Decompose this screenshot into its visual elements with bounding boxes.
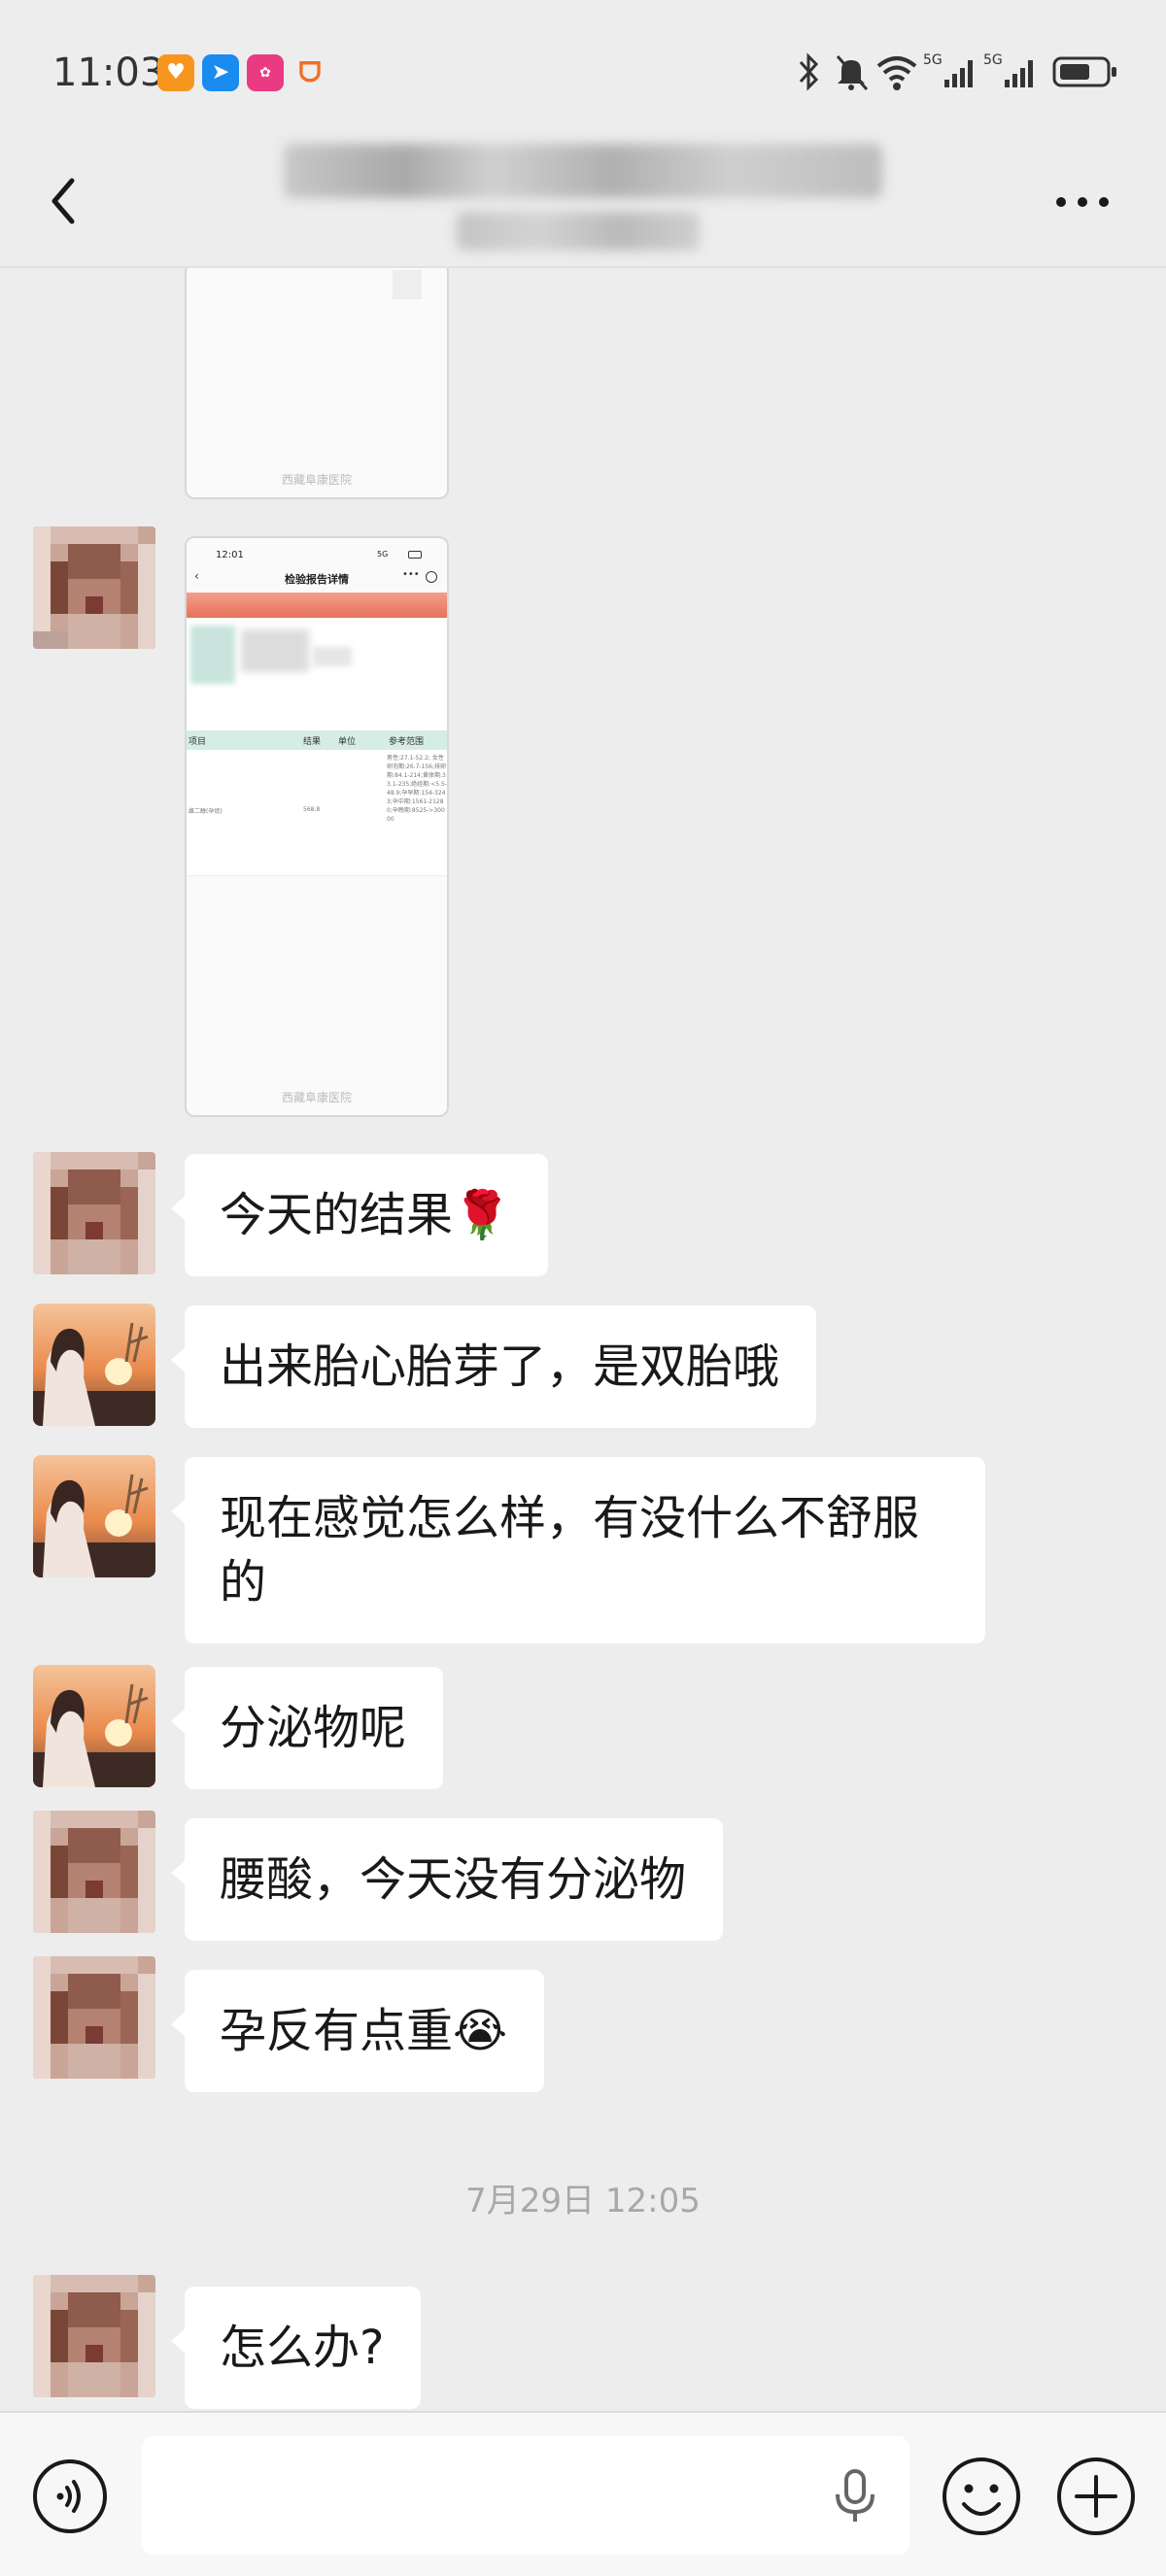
network-2-label: 5G <box>983 52 1003 68</box>
image-watermark: 西藏阜康医院 <box>281 473 352 487</box>
contact-b-avatar[interactable] <box>33 1665 155 1787</box>
contact-a-avatar[interactable] <box>33 1811 155 1933</box>
message-timestamp: 7月29日 12:05 <box>465 2182 701 2220</box>
chat-title-obscured <box>284 144 882 198</box>
message-bubble[interactable]: 现在感觉怎么样，有没什么不舒服的 <box>171 1457 985 1644</box>
report-nav: ‹ 检验报告详情 ••• <box>187 567 447 591</box>
report-table-row: 雌二醇(孕烷) 568.8 男性:27.1-52.2; 女性卵泡期:26.7-1… <box>187 750 447 876</box>
report-row-range: 男性:27.1-52.2; 女性卵泡期:26.7-156;排卵期:84.1-21… <box>387 755 447 823</box>
blue-app-icon: ➤ <box>202 54 239 91</box>
network-1-label: 5G <box>923 52 943 68</box>
chat-subtitle-obscured <box>457 212 700 251</box>
message-bubble[interactable]: 孕反有点重😭 <box>170 1970 545 2092</box>
orange-app-icon: ♥ <box>157 54 194 91</box>
message-input[interactable] <box>142 2436 909 2555</box>
report-patient-banner <box>187 593 447 618</box>
battery-icon <box>1052 56 1116 87</box>
report-col-item: 项目 <box>189 737 207 747</box>
signal-2-icon: 5G <box>983 52 1033 87</box>
pink-app-icon: ✿ <box>247 54 284 91</box>
message-bubble[interactable]: 腰酸，今天没有分泌物 <box>170 1818 724 1941</box>
contact-a-avatar[interactable] <box>33 1956 155 2079</box>
mute-bell-icon <box>836 55 869 90</box>
back-arrow-icon[interactable] <box>37 167 95 235</box>
message-bubble[interactable]: 怎么办? <box>170 2287 422 2409</box>
wifi-icon <box>876 56 917 90</box>
message-bubble[interactable]: 今天的结果🌹 <box>171 1154 548 1276</box>
contact-a-avatar[interactable] <box>33 2275 155 2397</box>
message-bubble[interactable]: 出来胎心胎芽了，是双胎哦 <box>170 1305 817 1428</box>
status-bar: 11:03 ♥ ➤ ✿ ᗜ 5G 5G <box>0 0 1166 146</box>
report-watermark: 西藏阜康医院 <box>281 1091 352 1104</box>
report-signal: 5G <box>377 550 389 559</box>
plus-icon[interactable] <box>1053 2454 1139 2539</box>
contact-b-avatar[interactable] <box>33 1304 155 1426</box>
bluetooth-icon <box>799 52 819 91</box>
contact-a-avatar[interactable] <box>33 526 155 649</box>
contact-a-avatar[interactable] <box>33 1152 155 1274</box>
microphone-icon[interactable] <box>828 2467 882 2525</box>
chat-subtitle <box>292 146 874 147</box>
chat-title-bar <box>0 136 1166 268</box>
voice-icon[interactable] <box>29 2456 111 2537</box>
report-close-icon <box>426 571 437 583</box>
report-col-range: 参考范围 <box>389 737 425 747</box>
report-row-value: 568.8 <box>303 806 321 813</box>
report-col-result: 结果 <box>303 737 322 747</box>
more-options-icon[interactable] <box>1051 183 1114 221</box>
report-more-icon: ••• <box>402 569 420 580</box>
report-status-bar: 12:01 5G <box>187 538 447 567</box>
report-row-item: 雌二醇(孕烷) <box>189 808 223 815</box>
report-table-header: 项目 结果 单位 参考范围 <box>187 730 447 750</box>
input-bar <box>0 2411 1166 2576</box>
report-col-unit: 单位 <box>338 737 357 747</box>
red-app-icon: ᗜ <box>298 56 322 88</box>
status-time: 11:03 <box>52 51 165 95</box>
message-bubble[interactable]: 分泌物呢 <box>170 1667 444 1789</box>
report-time: 12:01 <box>216 550 244 560</box>
contact-b-avatar[interactable] <box>33 1455 155 1577</box>
report-screenshot-image[interactable]: 12:01 5G ‹ 检验报告详情 ••• 项目 结果 单位 参考范围 雌二醇(… <box>185 536 449 1117</box>
emoji-icon[interactable] <box>939 2454 1024 2539</box>
signal-1-icon: 5G <box>923 52 973 87</box>
image-message[interactable]: 西藏阜康医院 <box>185 268 449 499</box>
message-list[interactable]: 西藏阜康医院 12:01 5G ‹ 检验报告详情 ••• 项目 结果 单位 参考… <box>0 268 1166 2411</box>
report-battery-icon <box>408 551 422 559</box>
report-patient-info-obscured <box>187 618 447 730</box>
